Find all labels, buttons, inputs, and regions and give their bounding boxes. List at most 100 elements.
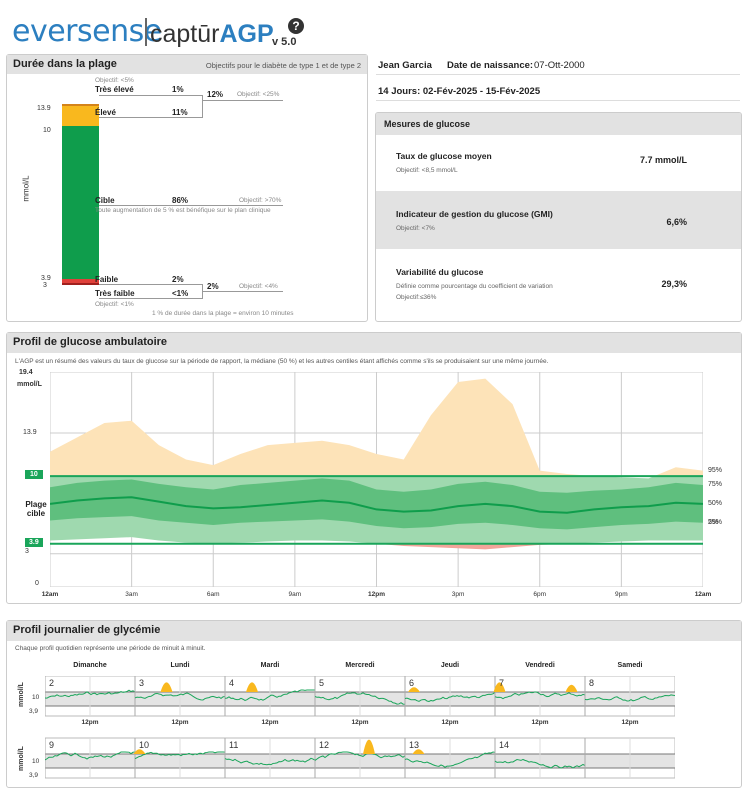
captur-text: captūr (150, 20, 220, 48)
high-value: 11% (172, 108, 188, 117)
day-number: 9 (49, 740, 55, 750)
daily-unit-week1: mmol/L (17, 682, 25, 707)
agp-header: Profil de glucose ambulatoire (7, 333, 741, 353)
high-label: Élevé (95, 108, 116, 117)
metric-gmi: Indicateur de gestion du glucose (GMI) O… (376, 209, 741, 232)
glucose-metrics-panel: Mesures de glucose Taux de glucose moyen… (375, 112, 742, 322)
agp-tick-19-4: 19.4 (19, 369, 33, 376)
target-objective: Objectif: >70% (239, 197, 282, 204)
target-value: 86% (172, 196, 189, 205)
agp-unit: mmol/L (17, 381, 42, 388)
high-group-line (203, 100, 283, 101)
high-line (99, 117, 202, 118)
target-line (99, 205, 283, 206)
target-range-label-2: cible (26, 509, 46, 518)
daily-description: Chaque profil quotidien représente une p… (15, 645, 206, 652)
tir-bar-target (62, 126, 99, 279)
agp-x-tick-label: 12pm (368, 591, 385, 598)
very-high-label: Très élevé (95, 85, 134, 94)
help-icon[interactable]: ? (288, 18, 304, 34)
captur-agp-wordmark: captūrAGP (150, 20, 274, 49)
day-header: Mercredi (345, 662, 375, 669)
agp-tick-13-9: 13.9 (23, 429, 37, 436)
tir-footnote: 1 % de durée dans la plage = environ 10 … (152, 310, 294, 317)
low-group-line (203, 291, 283, 292)
tir-title: Durée dans la plage (13, 58, 117, 70)
daily-tick-3-9: 3,9 (29, 708, 39, 715)
metrics-header: Mesures de glucose (376, 113, 741, 135)
metric-value: 7.7 mmol/L (639, 155, 687, 165)
high-group-objective: Objectif: <25% (237, 91, 280, 98)
day-number: 5 (319, 678, 325, 688)
high-group-value: 12% (207, 90, 224, 99)
percentile-label: 75% (708, 481, 723, 489)
noon-tick-label: 12pm (621, 719, 639, 726)
target-range-label-1: Plage (25, 500, 47, 509)
dob-value: 07-Ott-2000 (534, 60, 585, 71)
very-high-value: 1% (172, 85, 184, 94)
agp-x-tick-label: 12am (41, 591, 59, 598)
metric-value: 6,6% (666, 217, 687, 227)
day-number: 13 (409, 740, 420, 750)
metric-mean-glucose: Taux de glucose moyen Objectif: <8,5 mmo… (376, 151, 741, 174)
daily-profiles-panel: Profil journalier de glycémie Chaque pro… (6, 620, 742, 788)
target-range-label: Plage cible (21, 500, 51, 518)
daily-header: Profil journalier de glycémie (7, 621, 741, 641)
tir-tick-3-9: 3.9 (41, 275, 51, 282)
agp-tick-3: 3 (25, 548, 29, 555)
day-number: 14 (499, 740, 510, 750)
agp-x-tick-label: 3pm (451, 591, 465, 598)
agp-panel: Profil de glucose ambulatoire L'AGP est … (6, 332, 742, 604)
day-header: Mardi (260, 662, 280, 669)
very-high-objective: Objectif: <5% (95, 77, 134, 84)
day-header: Dimanche (73, 662, 107, 669)
tir-header: Durée dans la plage Objectifs pour le di… (7, 55, 367, 74)
metric-title: Variabilité du glucose (396, 267, 484, 277)
agp-description: L'AGP est un résumé des valeurs du taux … (15, 358, 549, 365)
low-value: 2% (172, 275, 184, 284)
day-number: 2 (49, 678, 55, 688)
tir-tick-10: 10 (43, 127, 51, 134)
tir-subtitle: Objectifs pour le diabète de type 1 et d… (205, 61, 361, 70)
very-high-line (99, 95, 202, 96)
day-number: 7 (499, 678, 505, 688)
tir-body: mmol/L 13.9 10 3.9 3 Objectif: <5% Très … (7, 74, 367, 322)
day-header: Jeudi (440, 662, 460, 669)
version-label: v 5.0 (272, 36, 297, 48)
report-period: 14 Jours: 02-Fév-2025 - 15-Fév-2025 (378, 86, 541, 97)
percentile-label: 50% (708, 499, 723, 507)
agp-x-tick-label: 6am (206, 591, 220, 598)
day-number: 6 (409, 678, 415, 688)
day-number: 4 (229, 678, 235, 688)
day-number: 8 (589, 678, 595, 688)
noon-tick-label: 12pm (171, 719, 189, 726)
target-label: Cible (95, 196, 115, 205)
daily-chart (45, 676, 675, 779)
metric-objective: Objectif:≤36% (396, 294, 437, 301)
target-note: Toute augmentation de 5 % est bénéfique … (95, 207, 271, 214)
noon-tick-label: 12pm (351, 719, 369, 726)
day-number: 3 (139, 678, 145, 688)
tir-tick-3: 3 (43, 282, 47, 289)
agp-chart (50, 372, 703, 587)
very-low-label: Très faible (95, 289, 135, 298)
low-group-value: 2% (207, 282, 219, 291)
eversense-wordmark: eversense (12, 14, 162, 49)
day-number: 12 (319, 740, 330, 750)
tir-bar-high (62, 106, 99, 126)
agp-x-tick-label: 9am (288, 591, 302, 598)
metric-objective: Objectif: <8,5 mmol/L (396, 167, 458, 174)
tir-tick-13-9: 13.9 (37, 105, 51, 112)
agp-x-tick-label: 6pm (533, 591, 547, 598)
daily-tick-3-9: 3,9 (29, 772, 39, 779)
day-number: 10 (139, 740, 150, 750)
low-label: Faible (95, 275, 119, 284)
agp-x-tick-label: 3am (125, 591, 138, 598)
divider (376, 74, 740, 75)
tir-unit-label: mmol/L (21, 175, 31, 202)
percentile-label: 5% (708, 518, 719, 526)
very-low-value: <1% (172, 289, 189, 298)
dob-label: Date de naissance: (447, 60, 534, 71)
agp-x-tick-label: 12am (694, 591, 712, 598)
patient-name: Jean Garcia (378, 60, 432, 71)
